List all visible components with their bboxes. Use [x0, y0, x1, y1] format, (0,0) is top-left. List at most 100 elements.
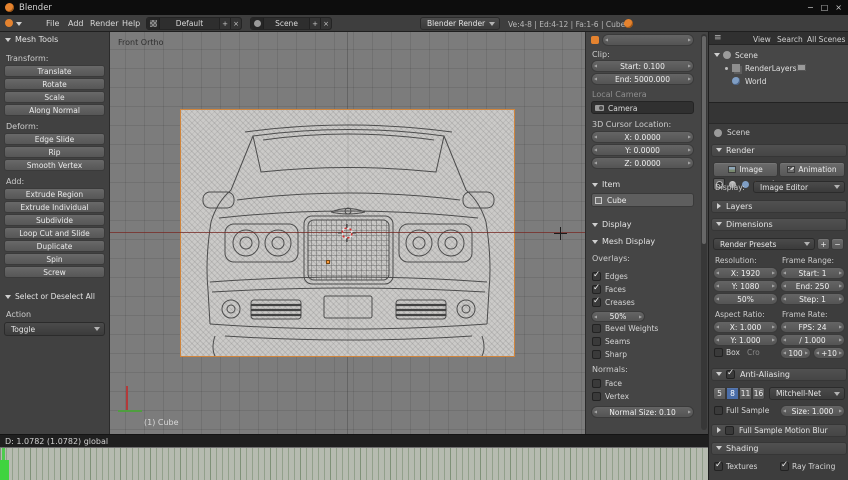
- outliner-scope-dropdown[interactable]: All Scenes: [807, 35, 845, 44]
- select-deselect-header[interactable]: Select or Deselect All: [15, 292, 95, 302]
- action-toggle-dropdown[interactable]: Toggle: [4, 322, 105, 336]
- disclosure-triangle-icon[interactable]: [717, 203, 721, 209]
- menu-render[interactable]: Render: [90, 19, 118, 28]
- menu-add[interactable]: Add: [68, 19, 84, 28]
- render-image-button[interactable]: Image: [713, 162, 778, 177]
- shading-panel-title[interactable]: Shading: [726, 444, 759, 454]
- border-checkbox[interactable]: [714, 348, 723, 357]
- disclosure-triangle-icon[interactable]: [592, 240, 598, 244]
- disclosure-triangle-icon[interactable]: [592, 183, 598, 187]
- remove-preset-button[interactable]: −: [831, 238, 844, 250]
- disclosure-triangle-icon[interactable]: [5, 38, 11, 42]
- outliner-item-scene[interactable]: Scene: [709, 49, 848, 61]
- editor-menu-icon[interactable]: ≡: [714, 33, 722, 43]
- mesh-display-panel-header[interactable]: Mesh Display: [602, 237, 655, 247]
- bevel-weights-checkbox[interactable]: [592, 324, 601, 333]
- outliner-view-menu[interactable]: View: [753, 35, 771, 44]
- mesh-tools-header[interactable]: Mesh Tools: [15, 35, 58, 45]
- item-name-field[interactable]: Cube: [591, 193, 694, 207]
- minimize-button[interactable]: −: [807, 3, 814, 12]
- disclosure-triangle-icon[interactable]: [716, 222, 722, 226]
- cursor-y-field[interactable]: Y: 0.0000: [591, 144, 694, 156]
- fps-base-field[interactable]: / 1.000: [780, 334, 845, 346]
- aa-samples-16-button[interactable]: 16: [752, 387, 765, 400]
- aspect-y-field[interactable]: Y: 1.000: [713, 334, 778, 346]
- disclosure-triangle-icon[interactable]: [592, 223, 598, 227]
- render-animation-button[interactable]: Animation: [779, 162, 845, 177]
- aspect-x-field[interactable]: X: 1.000: [713, 321, 778, 333]
- outliner-item-label[interactable]: RenderLayers: [745, 64, 797, 73]
- frame-step-field[interactable]: Step: 1: [780, 293, 845, 305]
- add-scene-button[interactable]: +: [309, 18, 320, 29]
- resolution-y-field[interactable]: Y: 1080: [713, 280, 778, 292]
- 3d-viewport[interactable]: Front Ortho (1) Cube: [110, 32, 585, 434]
- subdivide-button[interactable]: Subdivide: [4, 214, 105, 226]
- time-remap-new-field[interactable]: +10: [813, 347, 845, 359]
- close-button[interactable]: ×: [835, 3, 842, 12]
- vertex-normals-checkbox[interactable]: [592, 392, 601, 401]
- disclosure-triangle-icon[interactable]: [714, 53, 720, 57]
- outliner-search-menu[interactable]: Search: [777, 35, 803, 44]
- outliner-item-label[interactable]: Scene: [735, 51, 758, 60]
- fps-field[interactable]: FPS: 24: [780, 321, 845, 333]
- display-dropdown[interactable]: Image Editor: [753, 181, 845, 193]
- resolution-percentage-slider[interactable]: 50%: [713, 293, 778, 305]
- spin-button[interactable]: Spin: [4, 253, 105, 265]
- ray-tracing-checkbox[interactable]: [780, 461, 789, 471]
- rotate-button[interactable]: Rotate: [4, 78, 105, 90]
- add-preset-button[interactable]: +: [817, 238, 830, 250]
- aa-samples-8-button[interactable]: 8: [726, 387, 739, 400]
- cursor-z-field[interactable]: Z: 0.0000: [591, 157, 694, 169]
- screw-button[interactable]: Screw: [4, 266, 105, 278]
- motion-blur-checkbox[interactable]: [725, 426, 734, 435]
- menu-file[interactable]: File: [46, 19, 59, 28]
- close-scene-button[interactable]: ×: [320, 18, 331, 29]
- item-panel-header[interactable]: Item: [602, 180, 620, 190]
- disclosure-triangle-icon[interactable]: [5, 295, 11, 299]
- frame-start-field[interactable]: Start: 1: [780, 267, 845, 279]
- aa-samples-5-button[interactable]: 5: [713, 387, 726, 400]
- outliner-item-label[interactable]: World: [745, 77, 767, 86]
- normal-size-field[interactable]: Normal Size: 0.10: [591, 406, 694, 418]
- edge-slide-button[interactable]: Edge Slide: [4, 133, 105, 145]
- menu-help[interactable]: Help: [122, 19, 140, 28]
- time-remap-old-field[interactable]: 100: [780, 347, 811, 359]
- scrollbar-thumb[interactable]: [702, 36, 706, 244]
- textures-checkbox[interactable]: [714, 461, 723, 471]
- outliner-item-renderlayers[interactable]: RenderLayers: [709, 62, 848, 74]
- scene-selector[interactable]: Scene + ×: [250, 17, 332, 30]
- face-normals-checkbox[interactable]: [592, 379, 601, 388]
- lens-slider[interactable]: [602, 34, 694, 46]
- n-panel-scrollbar[interactable]: [701, 34, 707, 430]
- timeline[interactable]: [0, 447, 708, 480]
- scale-button[interactable]: Scale: [4, 91, 105, 103]
- aa-filter-dropdown[interactable]: Mitchell-Net: [769, 387, 845, 400]
- resolution-x-field[interactable]: X: 1920: [713, 267, 778, 279]
- translate-button[interactable]: Translate: [4, 65, 105, 77]
- aa-size-field[interactable]: Size: 1.000: [780, 405, 845, 417]
- along-normal-button[interactable]: Along Normal: [4, 104, 105, 116]
- disclosure-triangle-icon[interactable]: [716, 148, 722, 152]
- full-sample-checkbox[interactable]: [714, 406, 723, 415]
- sharp-checkbox[interactable]: [592, 350, 601, 359]
- screen-layout-name[interactable]: Default: [160, 18, 219, 29]
- edges-checkbox[interactable]: [592, 271, 601, 281]
- extrude-individual-button[interactable]: Extrude Individual: [4, 201, 105, 213]
- disclosure-triangle-icon[interactable]: [716, 372, 722, 376]
- render-toggle-icon[interactable]: [797, 64, 806, 71]
- extrude-region-button[interactable]: Extrude Region: [4, 188, 105, 200]
- antialiasing-checkbox[interactable]: [726, 369, 735, 379]
- clip-end-field[interactable]: End: 5000.000: [591, 73, 694, 85]
- aa-samples-11-button[interactable]: 11: [739, 387, 752, 400]
- loop-cut-and-slide-button[interactable]: Loop Cut and Slide: [4, 227, 105, 239]
- disclosure-triangle-icon[interactable]: [716, 446, 722, 450]
- disclosure-triangle-icon[interactable]: [717, 427, 721, 433]
- blender-menu-button[interactable]: [5, 19, 25, 29]
- seams-checkbox[interactable]: [592, 337, 601, 346]
- frame-end-field[interactable]: End: 250: [780, 280, 845, 292]
- clip-start-field[interactable]: Start: 0.100: [591, 60, 694, 72]
- render-panel-title[interactable]: Render: [726, 146, 754, 156]
- smooth-vertex-button[interactable]: Smooth Vertex: [4, 159, 105, 171]
- display-panel-header[interactable]: Display: [602, 220, 632, 230]
- render-presets-dropdown[interactable]: Render Presets: [713, 238, 815, 250]
